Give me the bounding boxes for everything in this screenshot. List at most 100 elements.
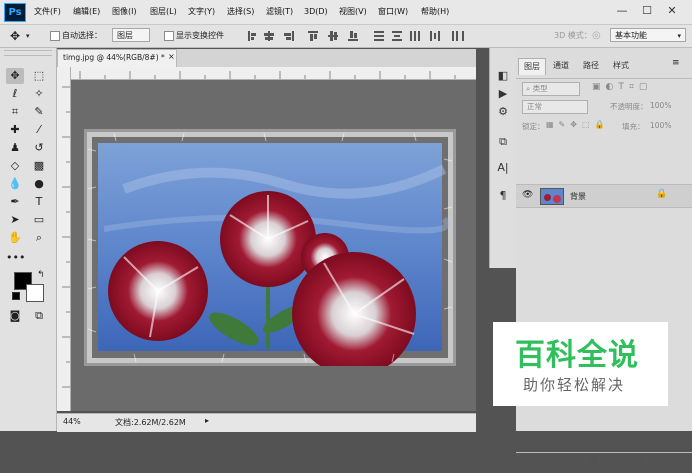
shape-tool-icon[interactable]: ▭ bbox=[30, 212, 48, 228]
watermark-subtitle: 助你轻松解决 bbox=[523, 376, 626, 394]
hand-tool-icon[interactable]: ✋ bbox=[6, 230, 24, 246]
lock-label: 锁定： bbox=[522, 122, 545, 131]
lasso-tool-icon[interactable]: ℓ bbox=[6, 86, 24, 102]
layer-action-icons[interactable]: ⚭ƒx◘◐▭⊞🗑 bbox=[546, 457, 660, 467]
magic-wand-tool-icon[interactable]: ✧ bbox=[30, 86, 48, 102]
menu-view[interactable]: 视图(V) bbox=[339, 0, 367, 24]
opacity-label: 不透明度： bbox=[610, 102, 648, 111]
tab-layers[interactable]: 图层 bbox=[518, 58, 546, 75]
toolbar-grip[interactable] bbox=[4, 50, 52, 56]
show-transform-checkbox[interactable] bbox=[164, 31, 174, 41]
move-tool-icon[interactable]: ✥ bbox=[6, 68, 24, 84]
history-brush-tool-icon[interactable]: ↺ bbox=[30, 140, 48, 156]
menu-window[interactable]: 窗口(W) bbox=[378, 0, 408, 24]
menu-file[interactable]: 文件(F) bbox=[34, 0, 61, 24]
menu-bar: Ps 文件(F) 编辑(E) 图像(I) 图层(L) 文字(Y) 选择(S) 滤… bbox=[0, 0, 692, 25]
workspace-dropdown[interactable]: 基本功能 ▾ bbox=[610, 28, 686, 42]
ruler-ticks bbox=[79, 71, 456, 79]
chevron-down-icon[interactable]: ▾ bbox=[26, 25, 30, 47]
minimize-button[interactable]: — bbox=[612, 2, 632, 20]
layer-name: 背景 bbox=[570, 192, 586, 201]
blur-tool-icon[interactable]: 💧 bbox=[6, 176, 24, 192]
watermark-badge: 百科全说 助你轻松解决 bbox=[493, 322, 668, 406]
align-icons-group bbox=[248, 31, 464, 41]
fill-value[interactable]: 100% bbox=[650, 121, 671, 130]
eyedropper-tool-icon[interactable]: ✎ bbox=[30, 104, 48, 120]
zoom-level[interactable]: 44% bbox=[63, 417, 81, 426]
ruler-horizontal bbox=[70, 67, 476, 80]
document-tab-title: timg.jpg @ 44%(RGB/8#) * bbox=[63, 53, 165, 62]
menu-type[interactable]: 文字(Y) bbox=[188, 0, 215, 24]
gradient-tool-icon[interactable]: ▩ bbox=[30, 158, 48, 174]
auto-select-checkbox[interactable] bbox=[50, 31, 60, 41]
tab-paths[interactable]: 路径 bbox=[578, 58, 604, 74]
menu-edit[interactable]: 编辑(E) bbox=[73, 0, 100, 24]
document-tab[interactable]: timg.jpg @ 44%(RGB/8#) * × bbox=[57, 49, 177, 67]
move-tool-icon[interactable]: ✥ bbox=[10, 25, 20, 47]
panel-menu-icon[interactable]: ≡ bbox=[672, 58, 680, 68]
close-button[interactable]: ✕ bbox=[662, 2, 682, 20]
eye-visibility-icon[interactable]: 👁 bbox=[522, 190, 533, 200]
brush-tool-icon[interactable]: ⁄ bbox=[30, 122, 48, 138]
blend-mode-value: 正常 bbox=[527, 102, 542, 111]
crop-tool-icon[interactable]: ⌗ bbox=[6, 104, 24, 120]
layer-thumbnail bbox=[540, 188, 564, 205]
document-canvas-image[interactable] bbox=[84, 129, 456, 366]
filter-kind-dropdown[interactable]: ⌕ 类型 bbox=[522, 82, 580, 96]
menu-filter[interactable]: 滤镜(T) bbox=[266, 0, 293, 24]
menu-help[interactable]: 帮助(H) bbox=[421, 0, 449, 24]
collapsed-panels-dock: ◧ ▶ ⚙ ⧉ A| ¶ bbox=[489, 48, 517, 268]
lock-icons[interactable]: ▦✎✥⬚🔒 bbox=[546, 120, 609, 129]
type-tool-icon[interactable]: T bbox=[30, 194, 48, 210]
filter-icons[interactable]: ▣◐T⌗▢ bbox=[592, 82, 652, 92]
screen-mode-icon[interactable]: ⧉ bbox=[30, 308, 48, 324]
maximize-button[interactable]: ☐ bbox=[637, 2, 657, 20]
mode-3d-label: 3D 模式： bbox=[554, 31, 592, 40]
zoom-tool-icon[interactable]: ⌕ bbox=[30, 230, 48, 246]
opacity-value[interactable]: 100% bbox=[650, 101, 671, 110]
eraser-tool-icon[interactable]: ◇ bbox=[6, 158, 24, 174]
search-icon: ⌕ bbox=[526, 84, 531, 93]
tab-channels[interactable]: 通道 bbox=[548, 58, 574, 74]
blend-mode-dropdown[interactable]: 正常 bbox=[522, 100, 588, 114]
close-icon[interactable]: × bbox=[168, 52, 175, 61]
auto-select-dropdown[interactable]: 图层 bbox=[112, 28, 150, 42]
properties-icon[interactable]: ⚙ bbox=[494, 104, 512, 120]
lock-row: 锁定： ▦✎✥⬚🔒 填充： 100% bbox=[516, 118, 692, 136]
dodge-tool-icon[interactable]: ● bbox=[30, 176, 48, 192]
lock-icon: 🔒 bbox=[656, 189, 668, 199]
swap-colors-icon[interactable]: ↰ bbox=[37, 270, 45, 280]
clone-stamp-tool-icon[interactable]: ♟ bbox=[6, 140, 24, 156]
actions-play-icon[interactable]: ▶ bbox=[494, 86, 512, 102]
options-bar: ✥ ▾ 自动选择： 图层 显示变换控件 3D 模式： ◎ 基本功能 ▾ bbox=[0, 25, 692, 48]
show-transform-label: 显示变换控件 bbox=[176, 31, 224, 40]
background-color-swatch[interactable] bbox=[26, 284, 44, 302]
layers-footer: ⚭ƒx◘◐▭⊞🗑 bbox=[516, 452, 692, 473]
menu-3d[interactable]: 3D(D) bbox=[304, 0, 328, 24]
menu-layer[interactable]: 图层(L) bbox=[150, 0, 177, 24]
history-icon[interactable]: ◧ bbox=[494, 68, 512, 84]
auto-select-label: 自动选择： bbox=[62, 31, 102, 40]
quick-mask-icon[interactable]: ◙ bbox=[6, 308, 24, 324]
ruler-vertical bbox=[57, 67, 71, 411]
menu-image[interactable]: 图像(I) bbox=[112, 0, 137, 24]
chevron-right-icon[interactable]: ▸ bbox=[205, 416, 209, 425]
auto-select-value: 图层 bbox=[117, 31, 133, 40]
clone-source-icon[interactable]: ⧉ bbox=[494, 134, 512, 150]
healing-brush-tool-icon[interactable]: ✚ bbox=[6, 122, 24, 138]
fill-label: 填充： bbox=[622, 122, 645, 131]
more-tools-icon[interactable]: ••• bbox=[6, 250, 25, 266]
default-colors-icon[interactable] bbox=[12, 292, 20, 300]
path-selection-tool-icon[interactable]: ➤ bbox=[6, 212, 24, 228]
status-bar: 44% 文档:2.62M/2.62M ▸ bbox=[57, 413, 476, 432]
character-icon[interactable]: A| bbox=[494, 160, 512, 176]
3d-orbit-icon: ◎ bbox=[592, 30, 601, 41]
paragraph-icon[interactable]: ¶ bbox=[494, 188, 512, 204]
layer-row[interactable]: 👁 背景 🔒 bbox=[516, 184, 692, 208]
pen-tool-icon[interactable]: ✒ bbox=[6, 194, 24, 210]
marquee-tool-icon[interactable]: ⬚ bbox=[30, 68, 48, 84]
tab-styles[interactable]: 样式 bbox=[608, 58, 634, 74]
filter-kind-value: 类型 bbox=[532, 84, 548, 93]
menu-select[interactable]: 选择(S) bbox=[227, 0, 254, 24]
document-info: 文档:2.62M/2.62M bbox=[115, 418, 186, 427]
